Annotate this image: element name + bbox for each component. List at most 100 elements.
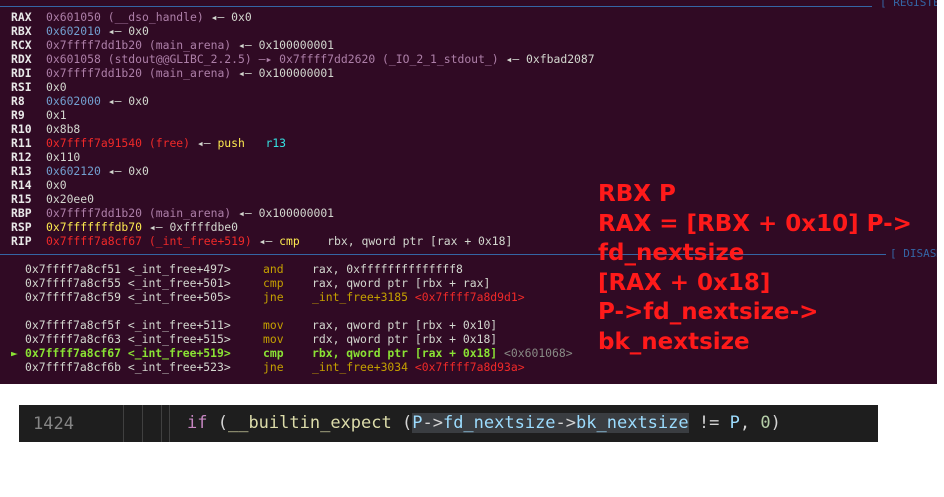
operand-text: rdx, qword ptr [rbx + 0x18] <box>312 332 498 346</box>
register-value-part: 0x0 <box>46 80 67 94</box>
current-pointer-icon: ► <box>11 346 18 360</box>
register-value-part: 0x7ffff7a8cf67 (_int_free+519) <box>46 234 252 248</box>
code-token: ) <box>770 413 781 433</box>
register-name: R10 <box>11 122 32 136</box>
instruction-operands: rax, qword ptr [rbx + rax] <box>312 276 490 290</box>
register-value-part: 0x7ffff7dd1b20 (main_arena) <box>46 66 232 80</box>
registers-header: [ REGISTERS ] <box>880 0 937 9</box>
instruction-mnemonic: cmp <box>263 346 284 360</box>
register-value: 0x0 <box>46 178 67 192</box>
register-value-part: push <box>217 136 245 150</box>
instruction-mnemonic: mov <box>263 318 284 332</box>
register-value-part: 0x7ffff7dd1b20 (main_arena) <box>46 38 232 52</box>
indent-guide <box>169 405 170 442</box>
operand-text: rax, qword ptr [rbx + rax] <box>312 276 491 290</box>
register-name: R11 <box>11 136 32 150</box>
gdb-terminal: [ REGISTERS ] RAX 0x601050 (__dso_handle)… <box>0 0 937 384</box>
register-value-part: 0x1 <box>46 108 67 122</box>
code-token: if <box>187 413 208 433</box>
register-value: 0x110 <box>46 150 80 164</box>
register-value-part: 0x601050 (__dso_handle) <box>46 10 204 24</box>
register-value-part: ◂— <box>190 136 218 150</box>
register-value-part: 0x601058 (stdout@@GLIBC_2.2.5) —▸ 0x7fff… <box>46 52 499 66</box>
indent-guide <box>123 405 124 442</box>
code-token: P <box>412 413 423 433</box>
register-name: R15 <box>11 192 32 206</box>
code-token: ( <box>207 413 228 433</box>
code-token: -> <box>555 413 577 433</box>
annotation-line: RAX = [RBX + 0x10] P-> <box>598 210 912 237</box>
register-value-part: ◂— <box>251 234 280 248</box>
instruction-address: 0x7ffff7a8cf6b <_int_free+523> <box>25 360 231 374</box>
annotation-line: P->fd_nextsize-> <box>598 299 819 325</box>
instruction-mnemonic: and <box>263 262 284 276</box>
instruction-operands: rbx, qword ptr [rax + 0x18] <0x601068> <box>312 346 573 360</box>
register-value: 0x7ffff7a8cf67 (_int_free+519) ◂— cmp rb… <box>46 234 512 248</box>
register-value: 0x7ffff7dd1b20 (main_arena) ◂— 0x1000000… <box>46 206 334 220</box>
register-value: 0x602120 ◂— 0x0 <box>46 164 149 178</box>
instruction-address: 0x7ffff7a8cf63 <_int_free+515> <box>25 332 231 346</box>
register-value: 0x601050 (__dso_handle) ◂— 0x0 <box>46 10 252 24</box>
register-value-part: cmp <box>279 234 300 248</box>
operand-text: rbx, qword ptr [rax + 0x18] <box>312 346 505 360</box>
instruction-operands: rax, qword ptr [rbx + 0x10] <box>312 318 497 332</box>
register-name: RSP <box>11 220 32 234</box>
register-value-part: 0x0 <box>46 178 67 192</box>
register-value-part: 0x7ffff7dd1b20 (main_arena) <box>46 206 232 220</box>
instruction-mnemonic: jne <box>263 290 284 304</box>
instruction-mnemonic: jne <box>263 360 284 374</box>
register-value-part: 0x7fffffffdb70 <box>46 220 143 234</box>
code-token: -> <box>422 413 443 433</box>
instruction-operands: _int_free+3034 <0x7ffff7a8d93a> <box>312 360 525 374</box>
indent-guide <box>142 405 143 442</box>
annotation-line: fd_nextsize <box>598 240 745 266</box>
register-name: RAX <box>11 10 32 24</box>
register-value-part: ◂— 0x100000001 <box>231 38 335 52</box>
register-value-part: r13 <box>265 136 287 150</box>
line-number: 1424 <box>33 414 74 434</box>
register-name: RSI <box>11 80 32 94</box>
source-code[interactable]: if (__builtin_expect (P->fd_nextsize->bk… <box>187 413 781 433</box>
register-value: 0x602010 ◂— 0x0 <box>46 24 149 38</box>
register-value: 0x7ffff7dd1b20 (main_arena) ◂— 0x1000000… <box>46 66 334 80</box>
register-value-part: ◂— 0x0 <box>100 164 149 178</box>
instruction-operands: rax, 0xffffffffffffff8 <box>312 262 463 276</box>
register-value-part: ◂— 0x0 <box>203 10 252 24</box>
register-value: 0x8b8 <box>46 122 80 136</box>
instruction-address: 0x7ffff7a8cf51 <_int_free+497> <box>25 262 231 276</box>
register-name: R9 <box>11 108 25 122</box>
register-name: R8 <box>11 94 25 108</box>
code-token: bk_nextsize <box>576 413 689 433</box>
register-name: RIP <box>11 234 32 248</box>
register-value: 0x602000 ◂— 0x0 <box>46 94 149 108</box>
register-name: R14 <box>11 178 32 192</box>
code-token: __builtin_expect <box>227 413 392 433</box>
register-value-part: rbx, qword ptr [rax + 0x18] <box>299 234 513 248</box>
register-name: RCX <box>11 38 32 52</box>
register-value-part: 0x110 <box>46 150 81 164</box>
instruction-operands: rdx, qword ptr [rbx + 0x18] <box>312 332 497 346</box>
annotation-line: [RAX + 0x18] <box>598 269 771 296</box>
target-address: <0x601068> <box>504 346 573 360</box>
instruction-address: 0x7ffff7a8cf5f <_int_free+511> <box>25 318 231 332</box>
register-value-part: ◂— 0x100000001 <box>231 206 335 220</box>
register-value: 0x0 <box>46 80 67 94</box>
register-value-part: ◂— 0xfbad2087 <box>498 52 595 66</box>
instruction-address: 0x7ffff7a8cf59 <_int_free+505> <box>25 290 231 304</box>
register-value: 0x7fffffffdb70 ◂— 0xffffdbe0 <box>46 220 238 234</box>
register-value-part: 0x7ffff7a91540 (free) <box>46 136 191 150</box>
instruction-address: 0x7ffff7a8cf55 <_int_free+501> <box>25 276 231 290</box>
indent-guide <box>161 405 162 442</box>
register-name: R13 <box>11 164 32 178</box>
register-name: RDI <box>11 66 32 80</box>
register-value: 0x7ffff7dd1b20 (main_arena) ◂— 0x1000000… <box>46 38 334 52</box>
annotation-line: RBX P <box>598 181 676 207</box>
register-value: 0x20ee0 <box>46 192 94 206</box>
operand-text: _int_free+3034 <box>312 360 415 374</box>
register-value-part: ◂— 0x0 <box>100 94 149 108</box>
register-value: 0x1 <box>46 108 67 122</box>
instruction-mnemonic: mov <box>263 332 284 346</box>
register-value-part: ◂— 0x0 <box>100 24 149 38</box>
code-token: 0 <box>760 413 771 433</box>
register-value: 0x601058 (stdout@@GLIBC_2.2.5) —▸ 0x7fff… <box>46 52 595 66</box>
